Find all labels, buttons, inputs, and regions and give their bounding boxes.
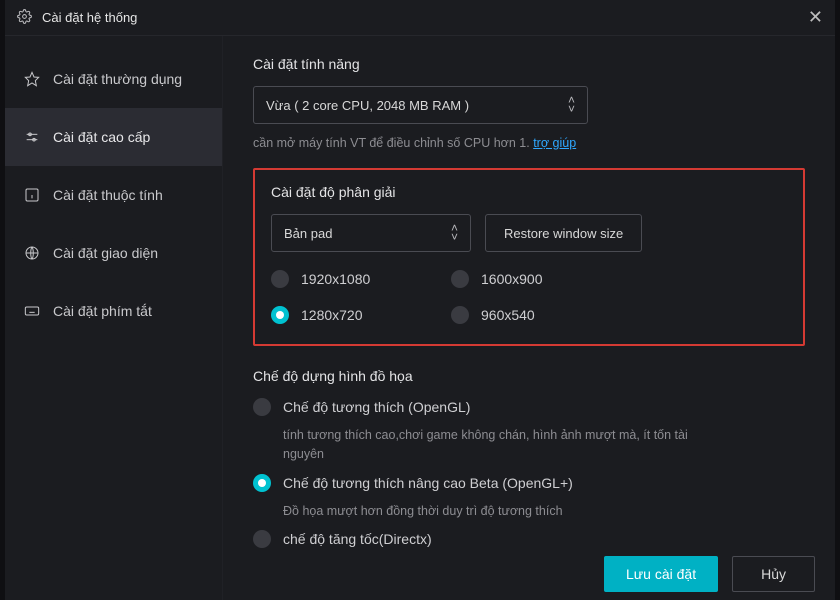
render-mode-desc: tính tương thích cao,chơi game không chá… [253, 426, 713, 464]
sidebar-item-shortcuts[interactable]: Cài đặt phím tắt [5, 282, 222, 340]
sidebar-item-interface[interactable]: Cài đặt giao diện [5, 224, 222, 282]
radio-icon [253, 398, 271, 416]
resolution-options: 1920x1080 1600x900 1280x720 960x540 [271, 270, 787, 324]
perf-select-value: Vừa ( 2 core CPU, 2048 MB RAM ) [266, 98, 469, 113]
save-button[interactable]: Lưu cài đặt [604, 556, 718, 592]
chevron-updown-icon: ˄˅ [568, 97, 575, 113]
main-panel: Cài đặt tính năng Vừa ( 2 core CPU, 2048… [223, 36, 835, 600]
sliders-icon [23, 128, 41, 146]
resolution-option-1280x720[interactable]: 1280x720 [271, 306, 451, 324]
window-title: Cài đặt hệ thống [42, 10, 137, 25]
sidebar-item-properties[interactable]: Cài đặt thuộc tính [5, 166, 222, 224]
star-icon [23, 70, 41, 88]
render-mode-desc: Đồ họa mượt hơn đồng thời duy trì độ tươ… [253, 502, 713, 521]
cancel-button[interactable]: Hủy [732, 556, 815, 592]
footer: Lưu cài đặt Hủy [604, 556, 815, 592]
info-icon [23, 186, 41, 204]
sidebar-item-label: Cài đặt phím tắt [53, 303, 152, 319]
sidebar-item-advanced[interactable]: Cài đặt cao cấp [5, 108, 222, 166]
resolution-option-1920x1080[interactable]: 1920x1080 [271, 270, 451, 288]
close-icon[interactable]: ✕ [808, 7, 823, 28]
render-mode-directx[interactable]: chế độ tăng tốc(Directx) [253, 530, 805, 548]
restore-window-size-button[interactable]: Restore window size [485, 214, 642, 252]
sidebar-item-common[interactable]: Cài đặt thường dụng [5, 50, 222, 108]
chevron-updown-icon: ˄˅ [451, 225, 458, 241]
sidebar-item-label: Cài đặt cao cấp [53, 129, 150, 145]
help-link[interactable]: trợ giúp [533, 136, 576, 150]
render-mode-opengl-plus[interactable]: Chế độ tương thích nâng cao Beta (OpenGL… [253, 474, 805, 492]
render-mode-opengl[interactable]: Chế độ tương thích (OpenGL) [253, 398, 805, 416]
resolution-option-1600x900[interactable]: 1600x900 [451, 270, 631, 288]
sidebar-item-label: Cài đặt thường dụng [53, 71, 182, 87]
radio-icon [451, 270, 469, 288]
resolution-mode-value: Bản pad [284, 226, 332, 241]
sidebar-item-label: Cài đặt thuộc tính [53, 187, 163, 203]
radio-icon [271, 306, 289, 324]
radio-icon [451, 306, 469, 324]
sidebar: Cài đặt thường dụng Cài đặt cao cấp Cài … [5, 36, 223, 600]
keyboard-icon [23, 302, 41, 320]
resolution-section: Cài đặt độ phân giải Bản pad ˄˅ Restore … [253, 168, 805, 346]
radio-icon [253, 530, 271, 548]
perf-title: Cài đặt tính năng [253, 56, 805, 72]
radio-icon [253, 474, 271, 492]
titlebar: Cài đặt hệ thống ✕ [5, 0, 835, 36]
resolution-title: Cài đặt độ phân giải [271, 184, 787, 200]
resolution-option-960x540[interactable]: 960x540 [451, 306, 631, 324]
perf-select[interactable]: Vừa ( 2 core CPU, 2048 MB RAM ) ˄˅ [253, 86, 588, 124]
render-title: Chế độ dựng hình đồ họa [253, 368, 805, 384]
gear-icon [17, 9, 32, 27]
perf-hint: cần mở máy tính VT để điều chỉnh số CPU … [253, 136, 805, 150]
sidebar-item-label: Cài đặt giao diện [53, 245, 158, 261]
globe-icon [23, 244, 41, 262]
radio-icon [271, 270, 289, 288]
resolution-mode-select[interactable]: Bản pad ˄˅ [271, 214, 471, 252]
